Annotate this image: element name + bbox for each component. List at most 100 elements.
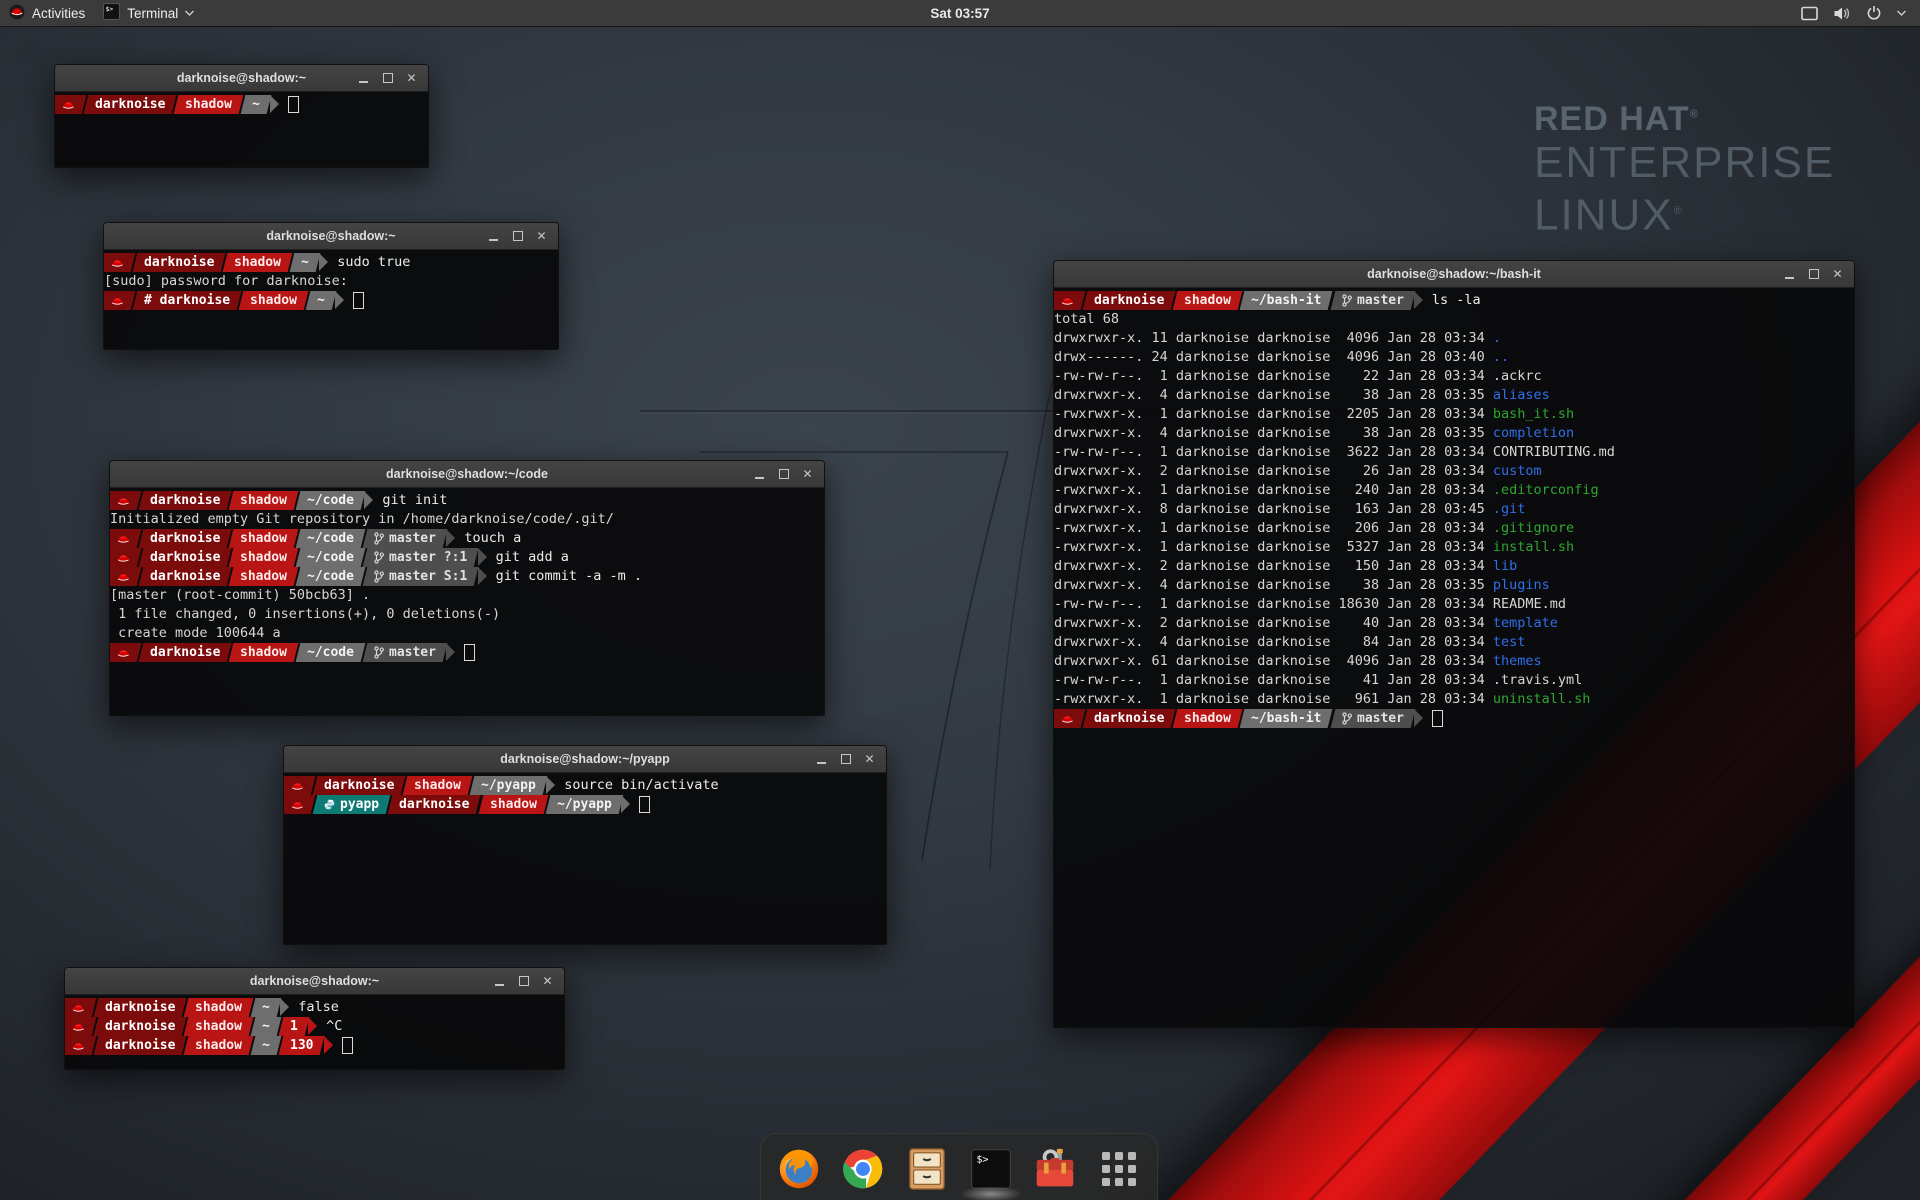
terminal-content[interactable]: darknoiseshadow~falsedarknoiseshadow~1^C… [65, 995, 564, 1069]
terminal-content[interactable]: darknoiseshadow~/codegit initInitialized… [110, 488, 824, 715]
file-list-row: drwx------. 24 darknoise darknoise 4096 … [1054, 348, 1854, 367]
terminal-content[interactable]: darknoiseshadow~/bash-itmasterls -latota… [1054, 288, 1854, 1027]
terminal-window[interactable]: darknoise@shadow:~✕darknoiseshadow~sudo … [103, 222, 559, 350]
file-name: .gitignore [1493, 520, 1574, 536]
dock-item-files[interactable] [904, 1146, 950, 1192]
user-segment: # darknoise [133, 291, 242, 310]
prompt-arrow [364, 491, 373, 509]
dock: $> [760, 1133, 1158, 1200]
minimize-button[interactable] [356, 71, 371, 86]
prompt-arrow [478, 548, 487, 566]
redhat-prompt-icon [284, 776, 315, 795]
prompt-arrow [319, 253, 328, 271]
host-segment: shadow [239, 291, 309, 310]
maximize-button[interactable] [380, 71, 395, 86]
git-branch-segment: master S:1 [363, 567, 479, 586]
command-text: git add a [496, 548, 569, 567]
file-list-row: drwxrwxr-x. 11 darknoise darknoise 4096 … [1054, 329, 1854, 348]
window-titlebar[interactable]: darknoise@shadow:~/bash-it✕ [1054, 261, 1854, 288]
dock-item-chrome[interactable] [840, 1146, 886, 1192]
command-text: touch a [464, 529, 521, 548]
host-segment: shadow [1173, 291, 1243, 310]
maximize-button[interactable] [516, 974, 531, 989]
file-name: .git [1493, 501, 1526, 517]
minimize-button[interactable] [814, 752, 829, 767]
file-list-row: drwxrwxr-x. 2 darknoise darknoise 26 Jan… [1054, 462, 1854, 481]
prompt-arrow [335, 291, 344, 309]
terminal-window[interactable]: darknoise@shadow:~/code✕ darknoise shadow ~… [109, 460, 825, 716]
file-name: completion [1493, 425, 1574, 441]
system-status-area[interactable] [1787, 0, 1920, 26]
path-segment: ~/bash-it [1240, 291, 1333, 310]
user-segment: darknoise [388, 795, 481, 814]
redhat-prompt-icon [284, 795, 315, 814]
close-button[interactable]: ✕ [540, 974, 555, 989]
file-list-row: -rwxrwxr-x. 1 darknoise darknoise 5327 J… [1054, 538, 1854, 557]
file-name: README.md [1493, 596, 1566, 612]
file-list-row: drwxrwxr-x. 4 darknoise darknoise 38 Jan… [1054, 424, 1854, 443]
rhel-logo-line2: ENTERPRISE [1534, 139, 1835, 187]
desktop: RED HAT® ENTERPRISE LINUX® darknoise@sha… [0, 0, 1920, 1200]
close-button[interactable]: ✕ [862, 752, 877, 767]
file-list-row: -rwxrwxr-x. 1 darknoise darknoise 206 Ja… [1054, 519, 1854, 538]
path-segment: ~/code [296, 567, 366, 586]
window-titlebar[interactable]: darknoise@shadow:~✕ [55, 65, 428, 92]
command-text: sudo true [337, 253, 410, 272]
clock[interactable]: Sat 03:57 [930, 0, 989, 26]
maximize-button[interactable] [838, 752, 853, 767]
dock-item-firefox[interactable] [776, 1146, 822, 1192]
host-segment: shadow [229, 643, 299, 662]
window-titlebar[interactable]: darknoise@shadow:~/code✕ [110, 461, 824, 488]
minimize-button[interactable] [492, 974, 507, 989]
terminal-cursor [288, 96, 299, 113]
dock-item-toolbox[interactable] [1032, 1146, 1078, 1192]
output-line: 1 file changed, 0 insertions(+), 0 delet… [110, 605, 824, 624]
terminal-content[interactable]: darknoiseshadow~sudo true[sudo] password… [104, 250, 558, 349]
dock-item-terminal[interactable]: $> [968, 1146, 1014, 1192]
minimize-button[interactable] [486, 229, 501, 244]
terminal-content[interactable]: darknoiseshadow~ [55, 92, 428, 167]
window-title: darknoise@shadow:~/pyapp [284, 752, 886, 766]
command-text: ls -la [1432, 291, 1481, 310]
git-branch-segment: master [363, 529, 448, 548]
rhel-logo: RED HAT® ENTERPRISE LINUX® [1534, 100, 1835, 240]
app-menu-terminal[interactable]: $> Terminal [94, 0, 203, 26]
terminal-window[interactable]: darknoise@shadow:~/pyapp✕darknoiseshadow… [283, 745, 887, 945]
minimize-button[interactable] [752, 467, 767, 482]
terminal-content[interactable]: darknoiseshadow~/pyappsource bin/activat… [284, 773, 886, 944]
power-icon [1866, 5, 1882, 21]
file-name: uninstall.sh [1493, 691, 1591, 707]
file-name: template [1493, 615, 1558, 631]
git-branch-segment: master ?:1 [363, 548, 479, 567]
file-name: lib [1493, 558, 1517, 574]
window-titlebar[interactable]: darknoise@shadow:~✕ [104, 223, 558, 250]
active-app-glow [960, 1186, 1022, 1200]
terminal-window[interactable]: darknoise@shadow:~/bash-it✕darknoiseshad… [1053, 260, 1855, 1028]
path-segment: ~/bash-it [1240, 709, 1333, 728]
maximize-button[interactable] [510, 229, 525, 244]
host-segment: shadow [478, 795, 548, 814]
terminal-window[interactable]: darknoise@shadow:~✕darknoiseshadow~false… [64, 967, 565, 1070]
close-button[interactable]: ✕ [404, 71, 419, 86]
close-button[interactable]: ✕ [534, 229, 549, 244]
maximize-button[interactable] [776, 467, 791, 482]
dock-item-app-grid[interactable] [1096, 1146, 1142, 1192]
close-button[interactable]: ✕ [1830, 267, 1845, 282]
window-titlebar[interactable]: darknoise@shadow:~/pyapp✕ [284, 746, 886, 773]
close-button[interactable]: ✕ [800, 467, 815, 482]
redhat-prompt-icon [110, 643, 141, 662]
command-text: false [298, 998, 339, 1017]
path-segment: ~/pyapp [470, 776, 548, 795]
terminal-icon: $> [969, 1147, 1013, 1191]
terminal-window[interactable]: darknoise@shadow:~✕darknoiseshadow~ [54, 64, 429, 168]
file-name: install.sh [1493, 539, 1574, 555]
window-titlebar[interactable]: darknoise@shadow:~✕ [65, 968, 564, 995]
prompt-line: pyappdarknoiseshadow~/pyapp [284, 795, 886, 814]
minimize-button[interactable] [1782, 267, 1797, 282]
chevron-down-icon [1897, 10, 1906, 16]
user-segment: darknoise [139, 567, 232, 586]
maximize-button[interactable] [1806, 267, 1821, 282]
top-bar: Activities $> Terminal Sat 03:57 [0, 0, 1920, 27]
volume-icon [1833, 6, 1851, 21]
activities-button[interactable]: Activities [0, 0, 94, 26]
